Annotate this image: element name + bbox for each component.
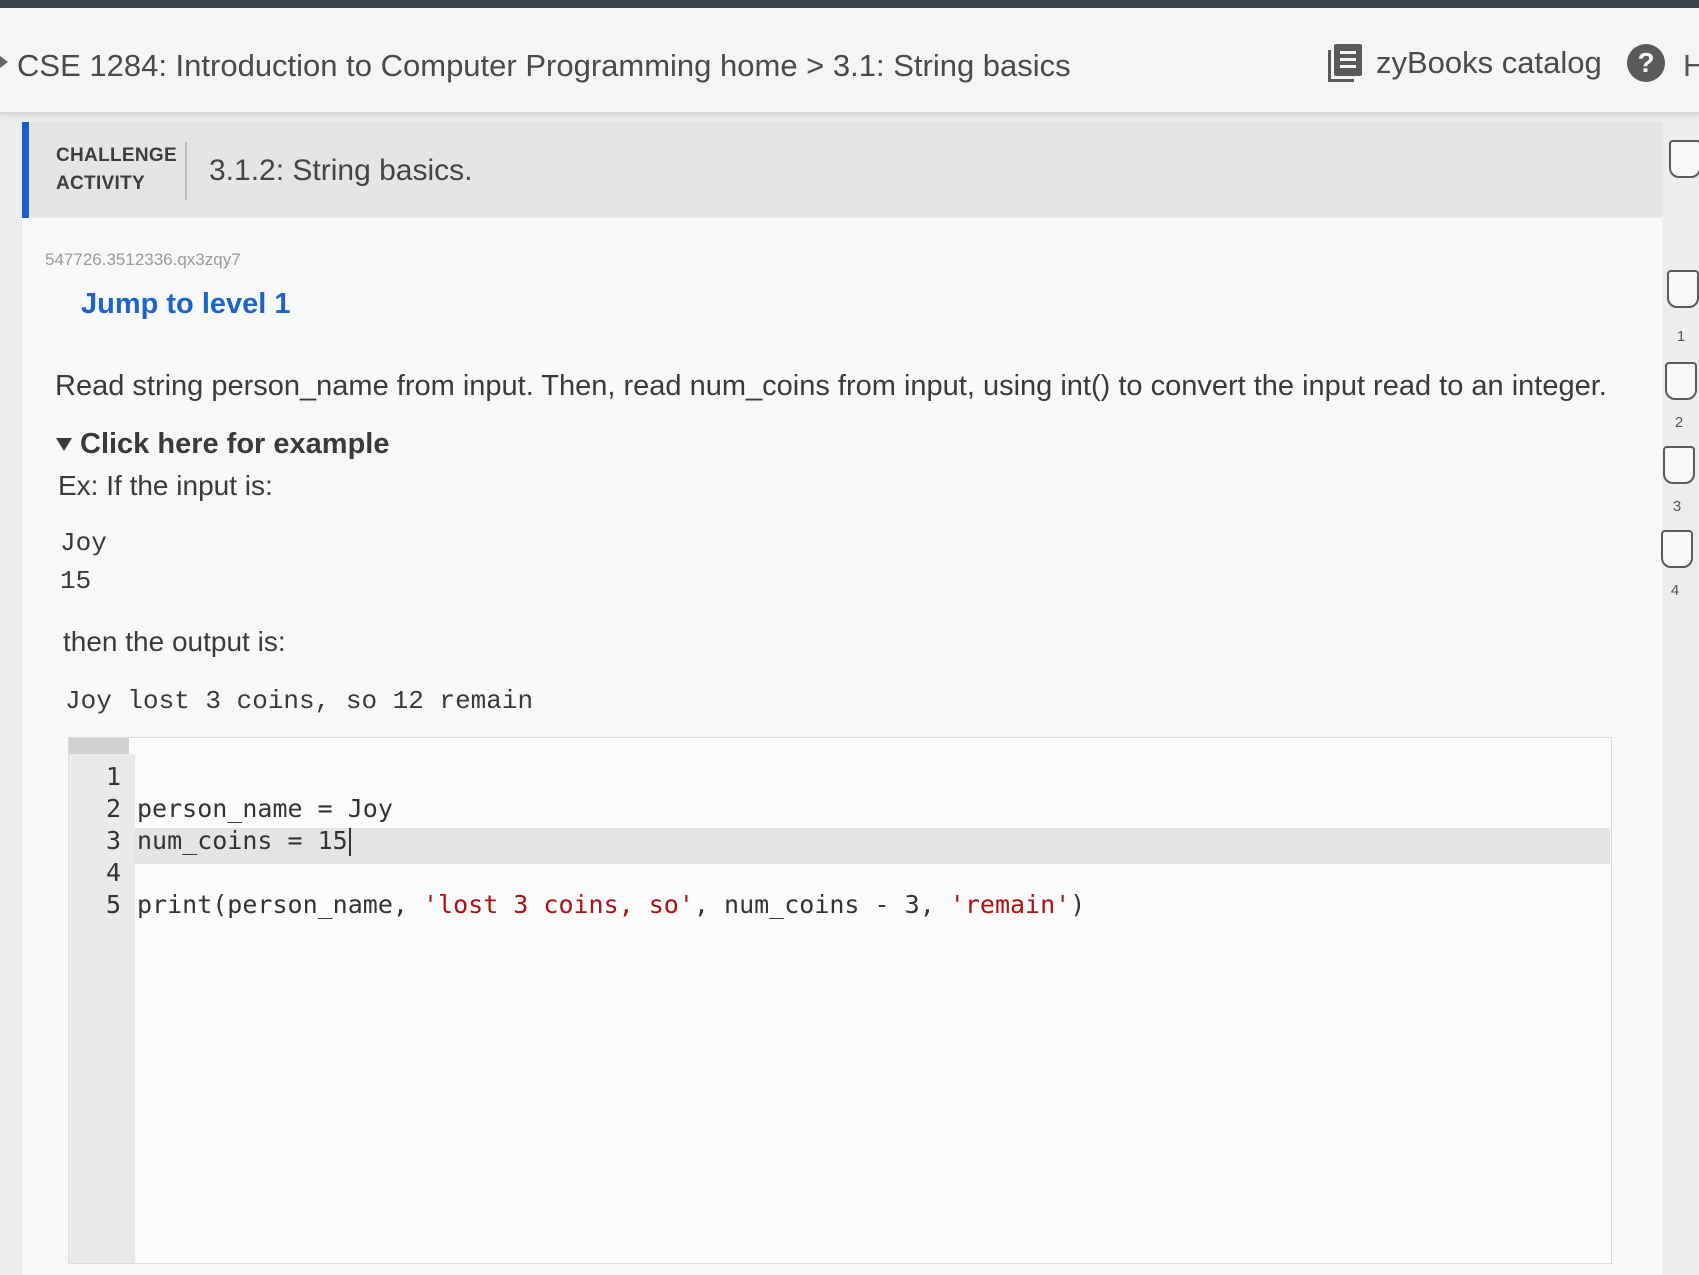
code-line-2[interactable]: person_name = Joy [137,794,393,823]
line-number: 3 [105,826,121,855]
code-editor[interactable]: 1 2 3 4 5 person_name = Joy num_coins = … [68,737,1612,1264]
code-line-3-text: num_coins = 15 [137,826,348,855]
level-number: 3 [1672,498,1682,515]
line-number: 5 [105,890,121,919]
string-literal: 'remain' [949,890,1071,919]
catalog-label: zyBooks catalog [1376,45,1602,80]
example-intro: Ex: If the input is: [58,470,273,501]
level-2-box[interactable] [1665,362,1697,400]
code-text: , num_coins - 3, [693,890,950,919]
example-input-line: 15 [60,566,92,596]
level-3-box[interactable] [1663,446,1695,484]
help-icon[interactable]: ? [1627,44,1665,82]
line-number: 4 [105,858,121,887]
editor-tab [69,738,129,754]
zybooks-catalog-link[interactable]: zyBooks catalog [1328,44,1602,82]
activity-title: 3.1.2: String basics. [209,154,473,187]
expand-triangle-icon [56,438,72,451]
top-header: CSE 1284: Introduction to Computer Progr… [0,8,1699,114]
active-line-highlight [135,828,1610,864]
string-literal: 'lost 3 coins, so' [422,890,694,919]
level-number: 4 [1670,582,1680,599]
activity-type-label: CHALLENGE ACTIVITY [56,145,177,194]
level-number: 1 [1676,328,1686,345]
code-text: ) [1070,890,1086,919]
header-divider [185,142,187,200]
level-indicator-top [1669,140,1699,178]
instructions-text: Read string person_name from input. Then… [55,370,1607,402]
code-text: print(person_name, [137,890,423,919]
example-output: Joy lost 3 coins, so 12 remain [65,686,534,716]
code-line-3[interactable]: num_coins = 15 [137,826,351,856]
breadcrumb[interactable]: CSE 1284: Introduction to Computer Progr… [17,48,1071,84]
output-intro: then the output is: [63,626,286,657]
example-input-line: Joy [60,528,107,558]
level-1-box[interactable] [1667,270,1699,308]
example-toggle[interactable]: Click here for example [56,428,389,461]
line-number: 2 [105,794,121,823]
breadcrumb-arrow-icon [0,56,8,68]
jump-to-level-link[interactable]: Jump to level 1 [81,288,291,321]
activity-id: 547726.3512336.qx3zqy7 [45,250,241,269]
activity-header: CHALLENGE ACTIVITY 3.1.2: String basics. [22,122,1662,218]
level-number: 2 [1674,414,1684,431]
line-number: 1 [105,762,121,791]
browser-top-strip [0,0,1699,8]
header-cut-label[interactable]: H [1683,48,1699,84]
catalog-book-icon [1328,44,1362,82]
text-cursor [348,828,351,856]
code-line-5[interactable]: print(person_name, 'lost 3 coins, so', n… [137,890,1085,919]
example-toggle-label: Click here for example [80,428,390,460]
level-4-box[interactable] [1661,530,1693,568]
